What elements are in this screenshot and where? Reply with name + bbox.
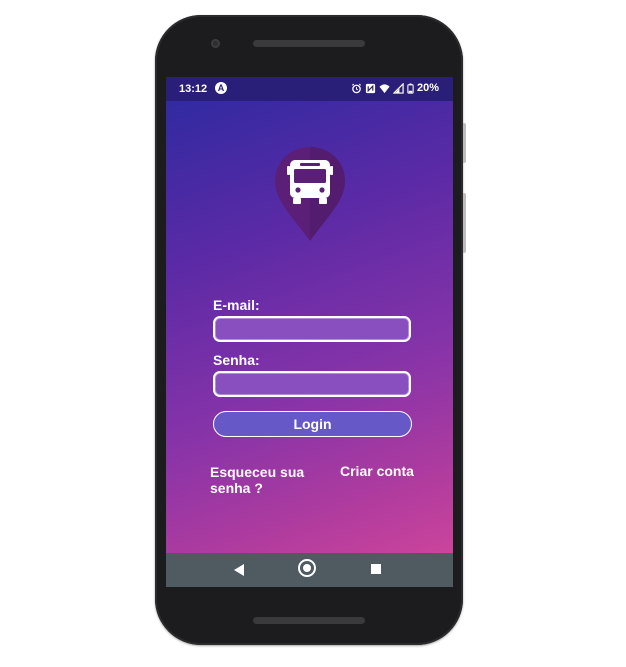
status-bar: 13:12 A 20% — [166, 77, 453, 101]
navigation-bar — [166, 553, 453, 587]
front-camera — [211, 39, 220, 48]
status-time: 13:12 — [179, 83, 208, 95]
bottom-speaker — [253, 617, 365, 624]
alarm-icon — [351, 83, 361, 93]
notification-a-icon: A — [215, 82, 227, 94]
wifi-icon — [379, 83, 390, 93]
create-account-link[interactable]: Criar conta — [340, 463, 414, 479]
forgot-password-link[interactable]: Esqueceu sua senha ? — [210, 464, 322, 496]
email-label: E-mail: — [213, 297, 260, 313]
email-field[interactable] — [213, 316, 411, 342]
recents-icon[interactable] — [371, 564, 381, 574]
battery-percentage: 20% — [416, 82, 439, 94]
power-button — [463, 193, 466, 253]
password-label: Senha: — [213, 352, 260, 368]
status-icons: 20% — [351, 82, 439, 94]
email-input[interactable] — [215, 318, 409, 340]
nfc-icon — [365, 83, 376, 93]
home-icon[interactable] — [298, 559, 316, 577]
password-input[interactable] — [215, 373, 409, 395]
earpiece-speaker — [253, 40, 365, 47]
password-field[interactable] — [213, 371, 411, 397]
back-icon[interactable] — [234, 564, 244, 576]
bus-location-pin-icon — [275, 147, 345, 241]
app-screen: 13:12 A 20% E-mail: Senha: Login Esquece… — [166, 77, 453, 587]
login-button[interactable]: Login — [213, 411, 412, 437]
battery-icon — [407, 83, 414, 94]
signal-icon — [392, 82, 404, 94]
phone-frame: 13:12 A 20% E-mail: Senha: Login Esquece… — [155, 15, 466, 645]
volume-button — [463, 123, 466, 163]
